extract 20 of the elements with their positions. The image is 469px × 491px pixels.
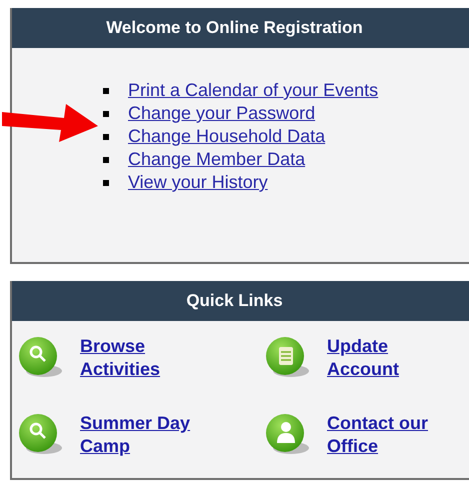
panel-title: Welcome to Online Registration (12, 8, 469, 48)
menu-link[interactable]: View your History (128, 172, 268, 193)
bullet (103, 110, 109, 116)
bullet (103, 156, 109, 162)
quick-link[interactable]: Contact our Office (327, 412, 428, 458)
panel-title: Quick Links (12, 281, 469, 321)
menu-link[interactable]: Print a Calendar of your Events (128, 80, 378, 101)
person-icon[interactable] (263, 412, 311, 456)
document-icon[interactable] (263, 335, 311, 379)
quick-link[interactable]: Browse Activities (80, 335, 160, 381)
menu-link[interactable]: Change Household Data (128, 126, 326, 147)
quick-link[interactable]: Update Account (327, 335, 399, 381)
bullet (103, 88, 109, 94)
quick-link[interactable]: Summer Day Camp (80, 412, 190, 458)
menu-link[interactable]: Change Member Data (128, 149, 306, 170)
bullet (103, 180, 109, 186)
bullet (103, 134, 109, 140)
menu-link[interactable]: Change your Password (128, 103, 316, 124)
search-icon[interactable] (16, 412, 64, 456)
search-icon[interactable] (16, 335, 64, 379)
